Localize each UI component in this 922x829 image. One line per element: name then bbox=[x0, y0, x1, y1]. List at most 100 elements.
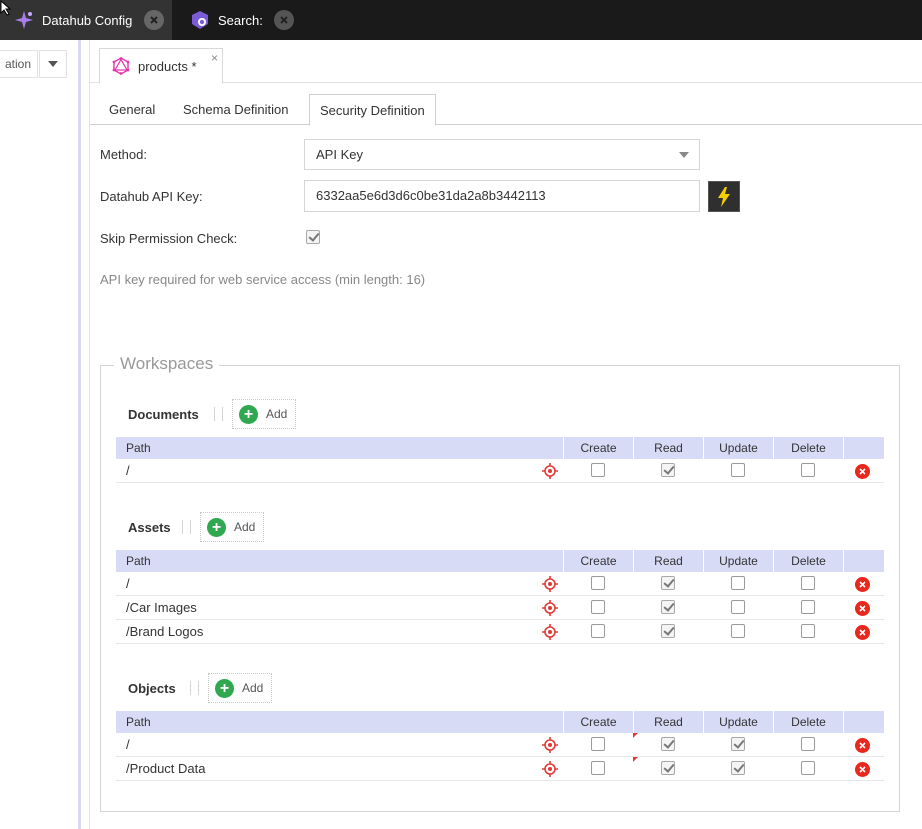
update-checkbox[interactable] bbox=[731, 624, 745, 638]
create-checkbox[interactable] bbox=[591, 737, 605, 751]
create-checkbox[interactable] bbox=[591, 624, 605, 638]
create-cell bbox=[563, 624, 633, 638]
dirty-marker bbox=[633, 757, 638, 762]
table-row: / bbox=[116, 733, 884, 757]
column-update: Update bbox=[703, 711, 773, 733]
documents-title: Documents bbox=[128, 407, 199, 422]
target-icon[interactable] bbox=[542, 463, 558, 479]
create-checkbox[interactable] bbox=[591, 761, 605, 775]
read-checkbox[interactable] bbox=[661, 463, 675, 477]
target-icon[interactable] bbox=[542, 600, 558, 616]
assets-add-button[interactable]: + Add bbox=[200, 512, 265, 542]
skip-permission-checkbox[interactable] bbox=[306, 230, 320, 244]
close-tab-icon[interactable] bbox=[144, 10, 164, 30]
chevron-down-icon[interactable] bbox=[39, 50, 67, 78]
read-cell bbox=[633, 624, 703, 638]
column-delete: Delete bbox=[773, 711, 843, 733]
left-panel-field[interactable]: ation bbox=[0, 50, 38, 78]
panel-splitter[interactable] bbox=[78, 40, 81, 829]
generate-key-button[interactable] bbox=[708, 181, 740, 212]
objects-title: Objects bbox=[128, 681, 176, 696]
tab-general[interactable]: General bbox=[109, 94, 155, 125]
objects-add-button[interactable]: + Add bbox=[208, 673, 273, 703]
close-tab-icon[interactable] bbox=[274, 10, 294, 30]
grid-rows: //Car Images/Brand Logos bbox=[116, 572, 884, 644]
graphql-icon bbox=[112, 57, 130, 75]
path-cell[interactable]: /Brand Logos bbox=[126, 620, 203, 644]
read-checkbox[interactable] bbox=[661, 761, 675, 775]
documents-grid: Path Create Read Update Delete / bbox=[116, 437, 884, 483]
divider bbox=[190, 520, 191, 534]
delete-cell bbox=[773, 463, 843, 477]
path-cell[interactable]: /Product Data bbox=[126, 757, 206, 781]
delete-cell bbox=[773, 600, 843, 614]
delete-row-icon[interactable] bbox=[855, 601, 870, 616]
column-create: Create bbox=[563, 550, 633, 572]
delete-row-icon[interactable] bbox=[855, 625, 870, 640]
update-checkbox[interactable] bbox=[731, 600, 745, 614]
target-icon[interactable] bbox=[542, 576, 558, 592]
delete-row-icon[interactable] bbox=[855, 464, 870, 479]
create-checkbox[interactable] bbox=[591, 463, 605, 477]
apikey-label: Datahub API Key: bbox=[100, 189, 203, 204]
add-label: Add bbox=[266, 407, 288, 421]
target-icon[interactable] bbox=[542, 624, 558, 640]
read-checkbox[interactable] bbox=[661, 737, 675, 751]
update-checkbox[interactable] bbox=[731, 737, 745, 751]
update-cell bbox=[703, 624, 773, 638]
update-checkbox[interactable] bbox=[731, 463, 745, 477]
path-cell[interactable]: / bbox=[126, 572, 130, 596]
delete-checkbox[interactable] bbox=[801, 624, 815, 638]
table-row: /Car Images bbox=[116, 596, 884, 620]
chevron-down-icon bbox=[679, 152, 689, 158]
close-icon[interactable]: × bbox=[211, 51, 218, 65]
delete-checkbox[interactable] bbox=[801, 463, 815, 477]
grid-header: Path Create Read Update Delete bbox=[116, 550, 884, 572]
path-cell[interactable]: / bbox=[126, 733, 130, 757]
update-cell bbox=[703, 737, 773, 751]
documents-add-button[interactable]: + Add bbox=[232, 399, 297, 429]
sparkle-icon bbox=[14, 10, 34, 30]
update-checkbox[interactable] bbox=[731, 576, 745, 590]
path-cell[interactable]: / bbox=[126, 459, 130, 483]
delete-row-icon[interactable] bbox=[855, 738, 870, 753]
tab-security-definition[interactable]: Security Definition bbox=[309, 94, 436, 126]
method-value: API Key bbox=[316, 147, 363, 162]
column-update: Update bbox=[703, 550, 773, 572]
method-select[interactable]: API Key bbox=[304, 139, 700, 170]
column-actions bbox=[843, 437, 884, 459]
tab-label: products * bbox=[138, 58, 197, 74]
delete-checkbox[interactable] bbox=[801, 600, 815, 614]
tab-search[interactable]: Search: bbox=[172, 0, 302, 40]
plus-icon: + bbox=[215, 678, 234, 698]
add-label: Add bbox=[242, 681, 264, 695]
target-icon[interactable] bbox=[542, 761, 558, 777]
create-cell bbox=[563, 600, 633, 614]
column-actions bbox=[843, 550, 884, 572]
delete-checkbox[interactable] bbox=[801, 737, 815, 751]
column-delete: Delete bbox=[773, 437, 843, 459]
tab-schema-definition[interactable]: Schema Definition bbox=[183, 94, 289, 125]
delete-cell bbox=[773, 761, 843, 775]
read-checkbox[interactable] bbox=[661, 624, 675, 638]
path-cell[interactable]: /Car Images bbox=[126, 596, 197, 620]
grid-header: Path Create Read Update Delete bbox=[116, 437, 884, 459]
create-checkbox[interactable] bbox=[591, 576, 605, 590]
tab-datahub-config[interactable]: Datahub Config bbox=[0, 0, 172, 40]
apikey-field[interactable]: 6332aa5e6d3d6c0be31da2a8b3442113 bbox=[304, 180, 700, 212]
update-cell bbox=[703, 761, 773, 775]
delete-row-icon[interactable] bbox=[855, 577, 870, 592]
delete-checkbox[interactable] bbox=[801, 761, 815, 775]
workspaces-legend: Workspaces bbox=[114, 354, 220, 374]
delete-checkbox[interactable] bbox=[801, 576, 815, 590]
divider bbox=[214, 407, 215, 421]
update-checkbox[interactable] bbox=[731, 761, 745, 775]
table-row: /Brand Logos bbox=[116, 620, 884, 644]
read-checkbox[interactable] bbox=[661, 600, 675, 614]
column-read: Read bbox=[633, 550, 703, 572]
tab-products[interactable]: products * × bbox=[99, 48, 223, 84]
delete-row-icon[interactable] bbox=[855, 762, 870, 777]
target-icon[interactable] bbox=[542, 737, 558, 753]
create-checkbox[interactable] bbox=[591, 600, 605, 614]
read-checkbox[interactable] bbox=[661, 576, 675, 590]
